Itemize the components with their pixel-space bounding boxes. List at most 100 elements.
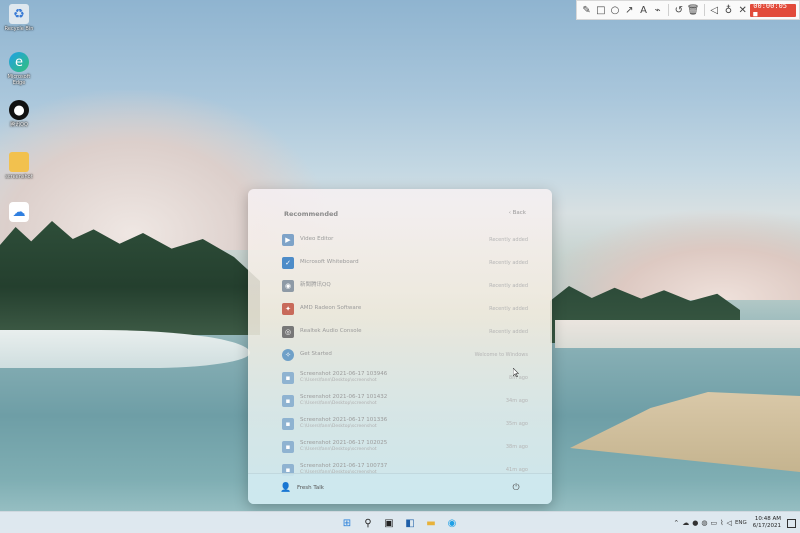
language-indicator[interactable]: ENG	[735, 520, 747, 526]
divider	[703, 4, 705, 16]
recommended-heading: Recommended	[284, 210, 339, 218]
recording-timer[interactable]: 00:00:05 ■	[750, 2, 797, 18]
recommended-item-video-editor[interactable]: ▶ Video Editor Recently added	[282, 228, 528, 251]
back-button-label: Back	[512, 210, 526, 216]
item-path: C:\Users\fann\Desktop\screenshot	[300, 447, 377, 452]
video-editor-icon: ▶	[282, 233, 294, 246]
item-name: Get Started	[300, 351, 332, 357]
audio-icon: ◎	[282, 325, 294, 338]
item-path: C:\Users\fann\Desktop\screenshot	[300, 378, 377, 383]
grass-shore	[570, 392, 800, 472]
system-tray: ⌃ ☁ ● ◍ ▭ ⌇ ◁ ENG 10:48 AM 6/17/2021	[670, 515, 796, 531]
image-file-icon: ▪	[282, 371, 294, 384]
item-name: Screenshot 2021-06-17 102025	[300, 440, 388, 446]
arrow-icon[interactable]: ↗	[623, 3, 636, 17]
start-menu: Recommended ‹ Back ▶ Video Editor Recent…	[248, 189, 552, 504]
cloud-icon[interactable]: ☁	[682, 519, 689, 527]
recommended-item-screenshot[interactable]: ▪ Screenshot 2021-06-17 102025 C:\Users\…	[282, 435, 528, 458]
mountain-right	[540, 210, 800, 300]
pen-icon[interactable]: ✎	[580, 3, 593, 17]
recommended-item-screenshot[interactable]: ▪ Screenshot 2021-06-17 103946 C:\Users\…	[282, 366, 528, 389]
whiteboard-icon: ✓	[282, 256, 294, 269]
clock[interactable]: 10:48 AM 6/17/2021	[753, 516, 781, 530]
item-name: 新聞腾讯QQ	[300, 282, 331, 288]
image-file-icon: ▪	[282, 394, 294, 407]
desktop-icon-recycle-bin[interactable]: ♻ Recycle Bin	[2, 2, 36, 32]
taskbar: ⊞ ⚲ ▣ ◧ ▬ ◉ ⌃ ☁ ● ◍ ▭ ⌇ ◁ ENG 10:48 AM 6…	[0, 511, 800, 533]
search-icon[interactable]: ⚲	[361, 516, 375, 530]
recommended-item-screenshot[interactable]: ▪ Screenshot 2021-06-17 101336 C:\Users\…	[282, 412, 528, 435]
recommended-item-get-started[interactable]: ✧ Get Started Welcome to Windows	[282, 343, 528, 366]
snow-shore-left	[0, 330, 250, 368]
file-explorer-icon[interactable]: ▬	[424, 516, 438, 530]
item-meta: Recently added	[489, 282, 528, 289]
mouse-cursor-icon	[513, 368, 519, 377]
close-icon[interactable]: ✕	[736, 3, 749, 17]
user-avatar-icon: 👤	[280, 483, 292, 493]
item-meta: Welcome to Windows	[474, 351, 528, 358]
start-menu-footer: 👤 Fresh Talk ⏻	[248, 473, 552, 504]
marker-icon[interactable]: ⌁	[651, 3, 664, 17]
back-button[interactable]: ‹ Back	[509, 210, 526, 216]
desktop-icon-screenshot-folder[interactable]: screenshot	[2, 150, 36, 180]
chevron-up-icon[interactable]: ⌃	[673, 519, 679, 527]
desktop-icon-edge[interactable]: e Microsoft Edge	[2, 50, 36, 86]
recommended-item-amd[interactable]: ✦ AMD Radeon Software Recently added	[282, 297, 528, 320]
folder-icon	[9, 152, 29, 172]
desktop-icon-baidu-netdisk[interactable]: ☁	[2, 200, 36, 224]
item-name: Screenshot 2021-06-17 103946	[300, 371, 388, 377]
task-view-icon[interactable]: ▣	[382, 516, 396, 530]
amd-icon: ✦	[282, 302, 294, 315]
edge-icon[interactable]: ◉	[445, 516, 459, 530]
undo-icon[interactable]: ↺	[672, 3, 685, 17]
item-meta: 38m ago	[505, 443, 528, 450]
item-name: Realtek Audio Console	[300, 328, 362, 334]
speaker-icon[interactable]: ◁	[727, 519, 732, 527]
clock-time: 10:48 AM	[754, 516, 781, 522]
item-name: Screenshot 2021-06-17 100737	[300, 463, 388, 469]
user-name: Fresh Talk	[297, 485, 324, 491]
qq-tray-icon[interactable]: ◍	[701, 519, 707, 527]
user-account-button[interactable]: 👤 Fresh Talk	[280, 483, 324, 493]
desktop: ♻ Recycle Bin e Microsoft Edge ● 腾讯QQ sc…	[0, 0, 800, 533]
item-name: Microsoft Whiteboard	[300, 259, 359, 265]
desktop-icon-label: Recycle Bin	[4, 26, 34, 32]
microphone-icon[interactable]: ♁	[722, 3, 735, 17]
recommended-item-realtek[interactable]: ◎ Realtek Audio Console Recently added	[282, 320, 528, 343]
item-name: Screenshot 2021-06-17 101432	[300, 394, 388, 400]
item-path: C:\Users\fann\Desktop\screenshot	[300, 401, 377, 406]
desktop-icon-label: screenshot	[5, 174, 33, 180]
recommended-list: ▶ Video Editor Recently added ✓ Microsof…	[282, 228, 528, 481]
power-icon[interactable]: ⏻	[510, 482, 522, 494]
recorder-tray-icon[interactable]: ●	[692, 519, 698, 527]
rectangle-icon[interactable]: □	[594, 3, 607, 17]
item-meta: Recently added	[489, 259, 528, 266]
desktop-icon-label: Microsoft Edge	[7, 74, 31, 86]
qq-icon: ◉	[282, 279, 294, 292]
item-meta: 34m ago	[505, 397, 528, 404]
text-icon[interactable]: A	[637, 3, 650, 17]
item-meta: 41m ago	[505, 466, 528, 473]
divider	[668, 4, 670, 16]
taskbar-apps: ⊞ ⚲ ▣ ◧ ▬ ◉	[340, 516, 466, 530]
widgets-icon[interactable]: ◧	[403, 516, 417, 530]
recommended-item-qq[interactable]: ◉ 新聞腾讯QQ Recently added	[282, 274, 528, 297]
edge-icon: e	[9, 52, 29, 72]
item-meta: Recently added	[489, 305, 528, 312]
notification-icon[interactable]	[787, 518, 796, 528]
item-path: C:\Users\fann\Desktop\screenshot	[300, 424, 377, 429]
baidu-netdisk-icon: ☁	[9, 202, 29, 222]
recommended-item-screenshot[interactable]: ▪ Screenshot 2021-06-17 101432 C:\Users\…	[282, 389, 528, 412]
item-name: Video Editor	[300, 236, 334, 242]
item-name: Screenshot 2021-06-17 101336	[300, 417, 388, 423]
recommended-item-whiteboard[interactable]: ✓ Microsoft Whiteboard Recently added	[282, 251, 528, 274]
image-file-icon: ▪	[282, 440, 294, 453]
speaker-icon[interactable]: ◁	[708, 3, 721, 17]
desktop-icon-qq[interactable]: ● 腾讯QQ	[2, 98, 36, 128]
ellipse-icon[interactable]: ○	[608, 3, 621, 17]
item-meta: Recently added	[489, 236, 528, 243]
display-icon[interactable]: ▭	[711, 519, 718, 527]
start-icon[interactable]: ⊞	[340, 516, 354, 530]
trash-icon[interactable]: 🗑	[686, 3, 700, 17]
wifi-icon[interactable]: ⌇	[720, 519, 723, 527]
